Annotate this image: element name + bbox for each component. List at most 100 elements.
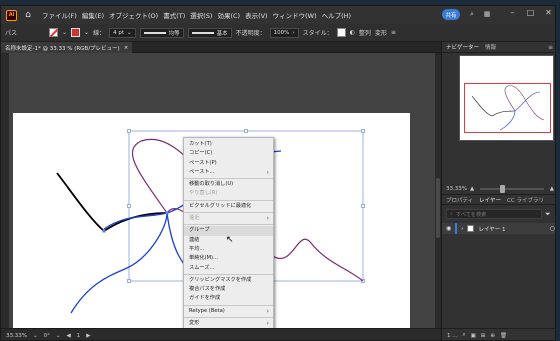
context-menu-item[interactable]: 変形 ›: [184, 319, 273, 328]
context-menu-item-label: カット(T): [189, 141, 212, 147]
maximize-button[interactable]: □: [526, 8, 535, 17]
navigator-preview[interactable]: [459, 55, 554, 141]
menu-edit[interactable]: 編集(E): [82, 10, 104, 20]
new-layer-icon[interactable]: ⊕: [490, 333, 495, 339]
recolor-icon[interactable]: ◐: [350, 29, 355, 36]
variable-width-profile[interactable]: 均等: [139, 27, 184, 38]
zoom-in-icon[interactable]: ▲: [550, 186, 554, 192]
context-menu-item[interactable]: スムーズ...: [184, 264, 273, 273]
target-icon[interactable]: ○: [550, 225, 555, 232]
locate-object-icon[interactable]: ⌕: [463, 332, 466, 339]
chevron-down-icon[interactable]: ⌄: [33, 333, 38, 339]
layer-row[interactable]: ◉ › レイヤー 1 ○: [442, 223, 555, 234]
context-menu-item[interactable]: 移動の取り消し(U): [184, 180, 273, 189]
context-menu-item[interactable]: Retype (Beta) ›: [184, 307, 273, 316]
chevron-down-icon[interactable]: ⌄: [62, 29, 67, 36]
tab-properties[interactable]: プロパティ: [446, 196, 473, 204]
tab-info[interactable]: 情報: [485, 43, 496, 51]
menubar-icons: ⌕ ▦: [467, 9, 492, 19]
delete-icon[interactable]: 🗑: [500, 333, 507, 339]
menu-select[interactable]: 選択(S): [190, 10, 212, 20]
stroke-label: 線：: [93, 30, 106, 37]
rotation-field[interactable]: 0°: [44, 333, 50, 339]
zoom-out-icon[interactable]: ▲: [470, 186, 474, 192]
new-sublayer-icon[interactable]: ⊞: [481, 333, 486, 339]
zoom-field[interactable]: 33.33%: [6, 333, 27, 339]
menu-type[interactable]: 書式(T): [163, 10, 185, 20]
stroke-weight-field[interactable]: 4 pt ⌄: [109, 27, 136, 38]
close-icon[interactable]: ×: [124, 45, 129, 51]
context-menu-item[interactable]: 複合パスを作成: [184, 285, 273, 294]
fill-swatch[interactable]: [49, 28, 59, 37]
chevron-down-icon[interactable]: ⌄: [56, 333, 61, 339]
panel-menu-icon[interactable]: ≡: [548, 44, 553, 51]
layers-footer: 1 ... ⌕ ▣ ⊞ ⊕ 🗑: [442, 328, 555, 340]
style-swatch[interactable]: [336, 28, 346, 37]
layers-tabs: プロパティ レイヤー CC ライブラリ: [442, 194, 555, 205]
clipping-mask-icon[interactable]: ▣: [471, 333, 476, 339]
menu-separator: [184, 273, 273, 275]
window-controls: – □ ✕: [508, 8, 553, 17]
menu-icon[interactable]: ≡: [391, 29, 396, 36]
menu-bar: Ai ⌂ ファイル(F) 編集(E) オブジェクト(O) 書式(T) 選択(S)…: [1, 6, 555, 24]
eye-icon[interactable]: ◉: [446, 225, 451, 232]
search-icon[interactable]: ⌕: [467, 9, 477, 19]
opacity-label[interactable]: 不透明度：: [236, 28, 266, 37]
share-button[interactable]: 共有: [442, 9, 460, 20]
blue-curve-bottom[interactable]: [70, 212, 168, 314]
scrollbar-thumb[interactable]: [436, 178, 440, 238]
tab-cc-libraries[interactable]: CC ライブラリ: [507, 196, 544, 204]
navigator-artwork: [471, 85, 545, 131]
context-menu-item[interactable]: コピー(C): [184, 149, 273, 158]
menu-help[interactable]: ヘルプ(H): [322, 10, 351, 20]
last-artboard-button[interactable]: ▶: [86, 333, 90, 339]
menu-effect[interactable]: 効果(C): [217, 10, 240, 20]
document-tab[interactable]: 名称未設定-1* @ 33.33 % (RGB/プレビュー) ×: [1, 42, 133, 53]
context-menu-item-label: 単純化(M)...: [189, 255, 219, 262]
zoom-slider-knob[interactable]: [500, 185, 506, 193]
arrange-icon[interactable]: ▦: [482, 9, 492, 19]
layers-search[interactable]: ⌕ すべてを検索: [446, 209, 542, 219]
menu-window[interactable]: ウィンドウ(W): [273, 10, 317, 20]
menu-view[interactable]: 表示(V): [245, 10, 268, 20]
context-menu-item[interactable]: ガイドを作成: [184, 294, 273, 303]
context-menu-item[interactable]: カット(T): [184, 140, 273, 149]
first-artboard-button[interactable]: ◀: [66, 333, 70, 339]
home-icon[interactable]: ⌂: [23, 10, 33, 20]
context-menu-item[interactable]: 単純化(M)...: [184, 254, 273, 263]
filter-icon[interactable]: ⏷: [545, 210, 551, 219]
artboard-number[interactable]: 1: [77, 333, 81, 339]
align-label[interactable]: 整列: [359, 28, 371, 37]
menu-object[interactable]: オブジェクト(O): [109, 10, 158, 20]
object-type-label: パス: [5, 30, 18, 37]
mouse-cursor-icon: ↖: [226, 235, 234, 245]
brush-definition[interactable]: 基本: [187, 27, 232, 38]
transform-label[interactable]: 変形: [375, 28, 387, 37]
context-menu-item[interactable]: ペースト... ›: [184, 168, 273, 177]
layer-name[interactable]: レイヤー 1: [478, 225, 505, 233]
opacity-field[interactable]: 100% ›: [269, 27, 299, 38]
black-curve[interactable]: [56, 172, 168, 233]
context-menu-item[interactable]: ピクセルグリッドに最適化: [184, 202, 273, 211]
context-menu-item[interactable]: クリッピングマスクを作成: [184, 276, 273, 285]
app-logo: Ai: [6, 9, 17, 21]
right-panel: ナビゲーター 情報 ≡ 33.33% ▲ ▲ プロパティ レイヤー CC ライブ…: [441, 42, 555, 340]
chevron-right-icon[interactable]: ›: [461, 226, 463, 232]
context-menu-item-label: 平均...: [189, 245, 205, 252]
blue-curve-left[interactable]: [103, 212, 168, 230]
document-tab-bar: 名称未設定-1* @ 33.33 % (RGB/プレビュー) ×: [1, 42, 441, 53]
context-menu-item-label: 複合パスを作成: [189, 286, 226, 293]
chevron-down-icon[interactable]: ⌄: [84, 29, 89, 36]
stroke-swatch[interactable]: [71, 28, 81, 37]
zoom-value[interactable]: 33.33%: [446, 186, 467, 192]
close-window-button[interactable]: ✕: [544, 8, 553, 17]
tab-navigator[interactable]: ナビゲーター: [446, 43, 479, 51]
style-label: スタイル：: [302, 30, 333, 37]
context-menu-item[interactable]: ペースト(P): [184, 159, 273, 168]
menu-file[interactable]: ファイル(F): [42, 10, 77, 20]
context-menu-item[interactable]: 平均...: [184, 245, 273, 254]
zoom-slider[interactable]: [480, 185, 544, 193]
minimize-button[interactable]: –: [508, 8, 517, 17]
menu-separator: [184, 304, 273, 306]
tab-layers[interactable]: レイヤー: [479, 196, 501, 204]
